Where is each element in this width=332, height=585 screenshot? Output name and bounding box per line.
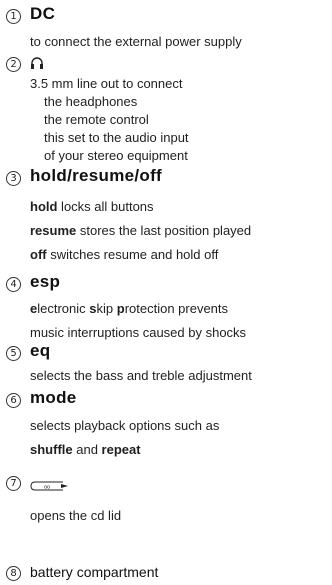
item-number: 3 xyxy=(6,171,21,186)
item-text-row: off switches resume and hold off xyxy=(30,247,218,262)
item-text: the headphones xyxy=(44,94,138,109)
item-number: 4 xyxy=(6,277,21,292)
bold-letter: s xyxy=(89,301,97,316)
item-text-row: resume stores the last position played xyxy=(30,223,251,238)
term-description: switches resume and hold off xyxy=(46,247,219,262)
item-heading: esp xyxy=(30,272,61,291)
item-text: selects the bass and treble adjustment xyxy=(30,368,252,383)
bold-term: repeat xyxy=(101,442,141,457)
item-heading: mode xyxy=(30,388,77,407)
cd-lid-open-icon: oo xyxy=(30,478,70,496)
item-text-row: shuffle and repeat xyxy=(30,442,141,457)
manual-page: 1 DC to connect the external power suppl… xyxy=(0,0,332,585)
item-text: the remote control xyxy=(44,112,149,127)
item-number: 8 xyxy=(6,566,21,581)
item-heading: DC xyxy=(30,4,56,23)
bold-letter: p xyxy=(116,301,125,316)
text-part: kip xyxy=(96,301,117,316)
bold-term: off xyxy=(30,247,47,262)
item-heading: eq xyxy=(30,341,51,360)
text-part: rotection prevents xyxy=(124,301,229,316)
item-heading: hold/resume/off xyxy=(30,166,163,185)
item-text: selects playback options such as xyxy=(30,418,220,433)
item-text: of your stereo equipment xyxy=(44,148,188,163)
svg-text:oo: oo xyxy=(44,485,50,491)
text-part: and xyxy=(72,442,102,457)
item-number: 5 xyxy=(6,346,21,361)
item-text: music interruptions caused by shocks xyxy=(30,325,247,340)
item-heading: battery compartment xyxy=(30,564,159,580)
item-text-row: electronic skip protection prevents xyxy=(30,301,228,316)
item-text: this set to the audio input xyxy=(44,130,189,145)
term-description: locks all buttons xyxy=(57,199,154,214)
text-part: lectronic xyxy=(37,301,90,316)
bold-term: resume xyxy=(30,223,77,238)
bold-term: shuffle xyxy=(30,442,73,457)
term-description: stores the last position played xyxy=(76,223,252,238)
headphones-icon xyxy=(30,56,44,75)
item-number: 2 xyxy=(6,57,21,72)
item-number: 7 xyxy=(6,476,21,491)
item-text: opens the cd lid xyxy=(30,508,122,523)
item-number: 1 xyxy=(6,9,21,24)
bold-term: hold xyxy=(30,199,58,214)
item-number: 6 xyxy=(6,393,21,408)
item-text: to connect the external power supply xyxy=(30,34,242,49)
item-text: 3.5 mm line out to connect xyxy=(30,76,183,91)
item-text-row: hold locks all buttons xyxy=(30,199,154,214)
